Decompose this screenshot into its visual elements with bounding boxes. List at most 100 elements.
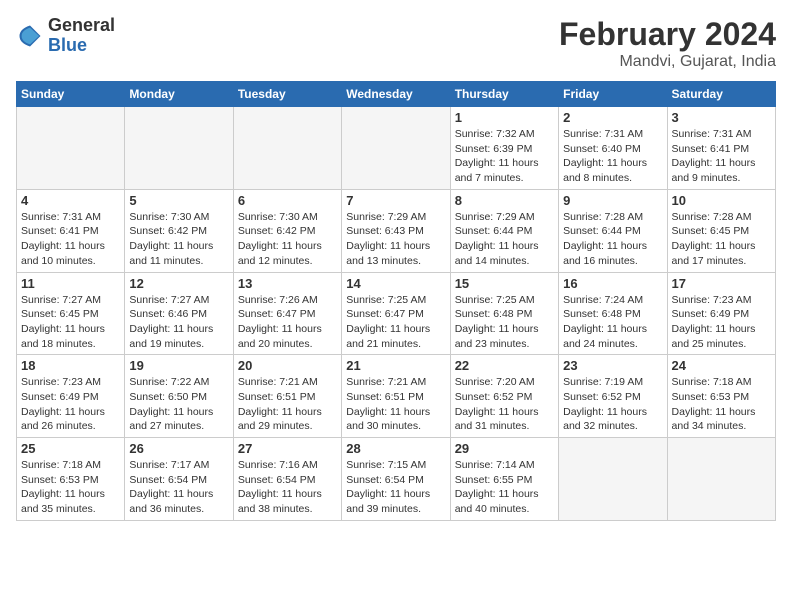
page-header: General Blue February 2024 Mandvi, Gujar… — [16, 16, 776, 71]
day-number: 29 — [455, 441, 554, 456]
day-info: Sunrise: 7:31 AMSunset: 6:41 PMDaylight:… — [21, 210, 120, 269]
day-info: Sunrise: 7:24 AMSunset: 6:48 PMDaylight:… — [563, 293, 662, 352]
calendar-cell: 14 Sunrise: 7:25 AMSunset: 6:47 PMDayligh… — [342, 272, 450, 355]
column-header-thursday: Thursday — [450, 82, 558, 107]
day-number: 5 — [129, 193, 228, 208]
calendar-cell: 11 Sunrise: 7:27 AMSunset: 6:45 PMDayligh… — [17, 272, 125, 355]
day-info: Sunrise: 7:29 AMSunset: 6:43 PMDaylight:… — [346, 210, 445, 269]
calendar-cell — [559, 438, 667, 521]
day-number: 4 — [21, 193, 120, 208]
day-number: 24 — [672, 358, 771, 373]
calendar-cell: 16 Sunrise: 7:24 AMSunset: 6:48 PMDayligh… — [559, 272, 667, 355]
day-number: 12 — [129, 276, 228, 291]
day-number: 22 — [455, 358, 554, 373]
day-info: Sunrise: 7:28 AMSunset: 6:44 PMDaylight:… — [563, 210, 662, 269]
month-title: February 2024 — [559, 16, 776, 53]
calendar-week-2: 4 Sunrise: 7:31 AMSunset: 6:41 PMDaylight… — [17, 189, 776, 272]
logo-text: General Blue — [48, 16, 115, 56]
calendar-cell: 10 Sunrise: 7:28 AMSunset: 6:45 PMDayligh… — [667, 189, 775, 272]
day-number: 16 — [563, 276, 662, 291]
day-number: 9 — [563, 193, 662, 208]
logo: General Blue — [16, 16, 115, 56]
day-number: 15 — [455, 276, 554, 291]
column-header-monday: Monday — [125, 82, 233, 107]
day-number: 21 — [346, 358, 445, 373]
calendar-cell: 22 Sunrise: 7:20 AMSunset: 6:52 PMDayligh… — [450, 355, 558, 438]
day-info: Sunrise: 7:25 AMSunset: 6:48 PMDaylight:… — [455, 293, 554, 352]
calendar-cell: 23 Sunrise: 7:19 AMSunset: 6:52 PMDayligh… — [559, 355, 667, 438]
day-number: 7 — [346, 193, 445, 208]
calendar-cell — [125, 107, 233, 190]
calendar-header-row: SundayMondayTuesdayWednesdayThursdayFrid… — [17, 82, 776, 107]
column-header-wednesday: Wednesday — [342, 82, 450, 107]
day-info: Sunrise: 7:27 AMSunset: 6:45 PMDaylight:… — [21, 293, 120, 352]
day-info: Sunrise: 7:23 AMSunset: 6:49 PMDaylight:… — [672, 293, 771, 352]
calendar-week-1: 1 Sunrise: 7:32 AMSunset: 6:39 PMDaylight… — [17, 107, 776, 190]
calendar-cell: 12Sunrise: 7:27 AMSunset: 6:46 PMDayligh… — [125, 272, 233, 355]
calendar-cell: 17 Sunrise: 7:23 AMSunset: 6:49 PMDayligh… — [667, 272, 775, 355]
calendar-cell: 9 Sunrise: 7:28 AMSunset: 6:44 PMDaylight… — [559, 189, 667, 272]
day-number: 13 — [238, 276, 337, 291]
calendar-cell: 3 Sunrise: 7:31 AMSunset: 6:41 PMDaylight… — [667, 107, 775, 190]
calendar-cell: 24 Sunrise: 7:18 AMSunset: 6:53 PMDayligh… — [667, 355, 775, 438]
calendar-cell: 19Sunrise: 7:22 AMSunset: 6:50 PMDayligh… — [125, 355, 233, 438]
column-header-saturday: Saturday — [667, 82, 775, 107]
day-number: 6 — [238, 193, 337, 208]
calendar-cell — [233, 107, 341, 190]
day-info: Sunrise: 7:14 AMSunset: 6:55 PMDaylight:… — [455, 458, 554, 517]
calendar-cell: 29 Sunrise: 7:14 AMSunset: 6:55 PMDayligh… — [450, 438, 558, 521]
day-info: Sunrise: 7:29 AMSunset: 6:44 PMDaylight:… — [455, 210, 554, 269]
calendar-cell — [667, 438, 775, 521]
calendar-cell: 25 Sunrise: 7:18 AMSunset: 6:53 PMDayligh… — [17, 438, 125, 521]
day-number: 8 — [455, 193, 554, 208]
calendar-week-5: 25 Sunrise: 7:18 AMSunset: 6:53 PMDayligh… — [17, 438, 776, 521]
day-info: Sunrise: 7:18 AMSunset: 6:53 PMDaylight:… — [672, 375, 771, 434]
day-info: Sunrise: 7:31 AMSunset: 6:40 PMDaylight:… — [563, 127, 662, 186]
calendar-table: SundayMondayTuesdayWednesdayThursdayFrid… — [16, 81, 776, 521]
calendar-cell: 4 Sunrise: 7:31 AMSunset: 6:41 PMDaylight… — [17, 189, 125, 272]
location: Mandvi, Gujarat, India — [559, 53, 776, 71]
day-info: Sunrise: 7:32 AMSunset: 6:39 PMDaylight:… — [455, 127, 554, 186]
day-info: Sunrise: 7:30 AMSunset: 6:42 PMDaylight:… — [238, 210, 337, 269]
calendar-cell — [342, 107, 450, 190]
day-number: 14 — [346, 276, 445, 291]
day-number: 19 — [129, 358, 228, 373]
day-number: 18 — [21, 358, 120, 373]
calendar-cell: 6 Sunrise: 7:30 AMSunset: 6:42 PMDaylight… — [233, 189, 341, 272]
day-number: 25 — [21, 441, 120, 456]
calendar-week-3: 11 Sunrise: 7:27 AMSunset: 6:45 PMDayligh… — [17, 272, 776, 355]
day-info: Sunrise: 7:26 AMSunset: 6:47 PMDaylight:… — [238, 293, 337, 352]
day-info: Sunrise: 7:31 AMSunset: 6:41 PMDaylight:… — [672, 127, 771, 186]
day-number: 23 — [563, 358, 662, 373]
calendar-cell: 27Sunrise: 7:16 AMSunset: 6:54 PMDayligh… — [233, 438, 341, 521]
calendar-cell: 18Sunrise: 7:23 AMSunset: 6:49 PMDayligh… — [17, 355, 125, 438]
day-info: Sunrise: 7:30 AMSunset: 6:42 PMDaylight:… — [129, 210, 228, 269]
calendar-cell: 2 Sunrise: 7:31 AMSunset: 6:40 PMDaylight… — [559, 107, 667, 190]
day-info: Sunrise: 7:20 AMSunset: 6:52 PMDaylight:… — [455, 375, 554, 434]
day-number: 26 — [129, 441, 228, 456]
calendar-cell: 28Sunrise: 7:15 AMSunset: 6:54 PMDayligh… — [342, 438, 450, 521]
calendar-cell: 1 Sunrise: 7:32 AMSunset: 6:39 PMDaylight… — [450, 107, 558, 190]
day-number: 27 — [238, 441, 337, 456]
calendar-cell — [17, 107, 125, 190]
calendar-cell: 21Sunrise: 7:21 AMSunset: 6:51 PMDayligh… — [342, 355, 450, 438]
day-number: 17 — [672, 276, 771, 291]
day-info: Sunrise: 7:15 AMSunset: 6:54 PMDaylight:… — [346, 458, 445, 517]
day-info: Sunrise: 7:21 AMSunset: 6:51 PMDaylight:… — [238, 375, 337, 434]
calendar-cell: 20 Sunrise: 7:21 AMSunset: 6:51 PMDayligh… — [233, 355, 341, 438]
day-info: Sunrise: 7:18 AMSunset: 6:53 PMDaylight:… — [21, 458, 120, 517]
day-number: 1 — [455, 110, 554, 125]
calendar-cell: 13 Sunrise: 7:26 AMSunset: 6:47 PMDayligh… — [233, 272, 341, 355]
calendar-cell: 15 Sunrise: 7:25 AMSunset: 6:48 PMDayligh… — [450, 272, 558, 355]
day-number: 2 — [563, 110, 662, 125]
day-info: Sunrise: 7:28 AMSunset: 6:45 PMDaylight:… — [672, 210, 771, 269]
day-number: 11 — [21, 276, 120, 291]
calendar-week-4: 18Sunrise: 7:23 AMSunset: 6:49 PMDayligh… — [17, 355, 776, 438]
day-info: Sunrise: 7:19 AMSunset: 6:52 PMDaylight:… — [563, 375, 662, 434]
calendar-cell: 26Sunrise: 7:17 AMSunset: 6:54 PMDayligh… — [125, 438, 233, 521]
day-number: 10 — [672, 193, 771, 208]
day-number: 20 — [238, 358, 337, 373]
calendar-cell: 8 Sunrise: 7:29 AMSunset: 6:44 PMDaylight… — [450, 189, 558, 272]
day-number: 3 — [672, 110, 771, 125]
day-info: Sunrise: 7:25 AMSunset: 6:47 PMDaylight:… — [346, 293, 445, 352]
